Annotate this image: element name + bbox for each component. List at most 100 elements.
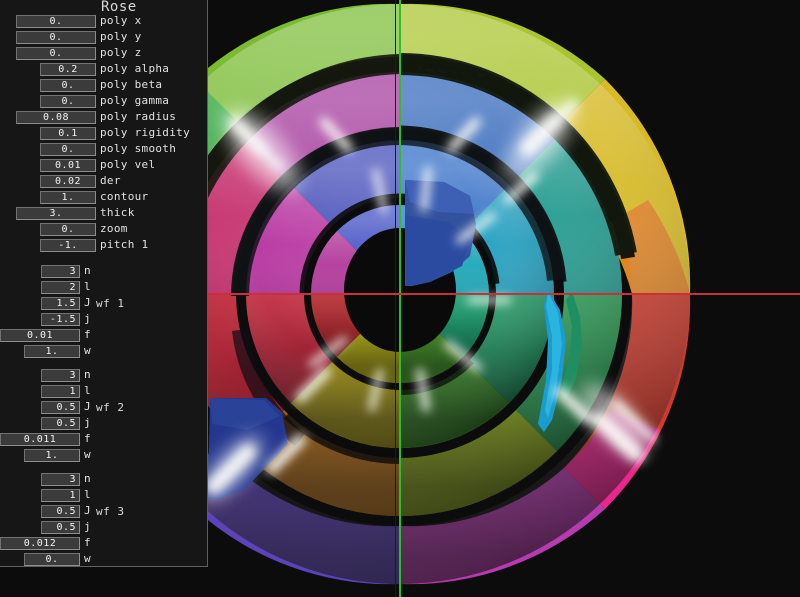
wf1-l-label: l [84, 280, 91, 293]
wf3-J-row: 0.5 J [41, 504, 91, 518]
param-zoom-input[interactable]: 0. [40, 222, 96, 236]
param-poly-x-input[interactable]: 0. [16, 14, 96, 28]
wf1-j-label: j [84, 312, 91, 325]
wf1-j-row: -1.5 j [41, 312, 91, 326]
param-pitch-1-label: pitch 1 [100, 238, 149, 251]
param-poly-alpha-row: 0.2 poly alpha [40, 62, 169, 76]
wf3-w-input[interactable]: 0. [24, 552, 80, 566]
param-poly-beta-row: 0. poly beta [40, 78, 162, 92]
param-poly-beta-label: poly beta [100, 78, 163, 91]
param-poly-smooth-input[interactable]: 0. [40, 142, 96, 156]
wf2-w-row: 1. w [24, 448, 91, 462]
wf1-n-input[interactable]: 3 [41, 264, 80, 278]
param-poly-radius-label: poly radius [100, 110, 177, 123]
param-thick-label: thick [100, 206, 135, 219]
wf3-f-row: 0.012 f [0, 536, 91, 550]
wf1-group-label: wf 1 [96, 297, 125, 310]
wf1-l-input[interactable]: 2 [41, 280, 80, 294]
wf3-n-row: 3n [41, 472, 91, 486]
param-poly-x-row: 0. poly x [16, 14, 142, 28]
wf3-f-label: f [84, 536, 91, 549]
param-poly-rigidity-input[interactable]: 0.1 [40, 126, 96, 140]
param-contour-row: 1. contour [40, 190, 148, 204]
control-panel: Rose 0. poly x 0. poly y 0. poly z 0.2 poly alp… [0, 0, 208, 567]
param-poly-y-input[interactable]: 0. [16, 30, 96, 44]
wf1-f-label: f [84, 328, 91, 341]
param-zoom-row: 0. zoom [40, 222, 128, 236]
wf2-n-label: n [84, 368, 91, 381]
param-pitch-1-row: -1. pitch 1 [40, 238, 148, 252]
wf1-n-label: n [84, 264, 91, 277]
param-poly-beta-input[interactable]: 0. [40, 78, 96, 92]
param-poly-y-label: poly y [100, 30, 142, 43]
param-poly-radius-input[interactable]: 0.08 [16, 110, 96, 124]
param-poly-vel-input[interactable]: 0.01 [40, 158, 96, 172]
wf2-J-label: J [84, 400, 91, 413]
wf3-n-label: n [84, 472, 91, 485]
wf2-j-input[interactable]: 0.5 [41, 416, 80, 430]
wf2-f-label: f [84, 432, 91, 445]
wf2-n-input[interactable]: 3 [41, 368, 80, 382]
param-poly-gamma-input[interactable]: 0. [40, 94, 96, 108]
wf3-f-input[interactable]: 0.012 [0, 536, 80, 550]
param-thick-row: 3. thick [16, 206, 135, 220]
wf2-w-label: w [84, 448, 91, 461]
wf1-J-label: J [84, 296, 91, 309]
wf1-w-input[interactable]: 1. [24, 344, 80, 358]
wf3-j-label: j [84, 520, 91, 533]
param-poly-vel-label: poly vel [100, 158, 156, 171]
param-poly-smooth-row: 0. poly smooth [40, 142, 176, 156]
param-pitch-1-input[interactable]: -1. [40, 238, 96, 252]
param-poly-gamma-label: poly gamma [100, 94, 170, 107]
wf1-J-input[interactable]: 1.5 [41, 296, 80, 310]
wf2-group-label: wf 2 [96, 401, 125, 414]
param-poly-x-label: poly x [100, 14, 142, 27]
param-poly-alpha-label: poly alpha [100, 62, 170, 75]
wf1-l-row: 2l [41, 280, 91, 294]
wf3-l-label: l [84, 488, 91, 501]
wf2-n-row: 3n [41, 368, 91, 382]
wf3-J-input[interactable]: 0.5 [41, 504, 80, 518]
param-poly-alpha-input[interactable]: 0.2 [40, 62, 96, 76]
param-contour-label: contour [100, 190, 149, 203]
wf3-j-row: 0.5 j [41, 520, 91, 534]
wf1-w-label: w [84, 344, 91, 357]
wf3-w-label: w [84, 552, 91, 565]
wf1-w-row: 1. w [24, 344, 91, 358]
param-poly-y-row: 0. poly y [16, 30, 142, 44]
wf2-j-row: 0.5 j [41, 416, 91, 430]
wf3-n-input[interactable]: 3 [41, 472, 80, 486]
wf2-J-input[interactable]: 0.5 [41, 400, 80, 414]
wf1-J-row: 1.5 J [41, 296, 91, 310]
wf2-l-row: 1l [41, 384, 91, 398]
wf1-n-row: 3n [41, 264, 91, 278]
axis-vertical-dim [395, 0, 396, 597]
param-poly-radius-row: 0.08 poly radius [16, 110, 176, 124]
param-poly-z-label: poly z [100, 46, 142, 59]
wf3-w-row: 0. w [24, 552, 91, 566]
param-contour-input[interactable]: 1. [40, 190, 96, 204]
wf1-f-row: 0.01 f [0, 328, 91, 342]
wf2-l-input[interactable]: 1 [41, 384, 80, 398]
wf3-l-row: 1l [41, 488, 91, 502]
wf3-j-input[interactable]: 0.5 [41, 520, 80, 534]
wf2-f-input[interactable]: 0.011 [0, 432, 80, 446]
wf2-l-label: l [84, 384, 91, 397]
wf2-w-input[interactable]: 1. [24, 448, 80, 462]
param-poly-smooth-label: poly smooth [100, 142, 177, 155]
param-zoom-label: zoom [100, 222, 128, 235]
page-title: Rose [101, 0, 137, 15]
wf1-j-input[interactable]: -1.5 [41, 312, 80, 326]
param-poly-z-input[interactable]: 0. [16, 46, 96, 60]
wf2-J-row: 0.5 J [41, 400, 91, 414]
param-poly-gamma-row: 0. poly gamma [40, 94, 169, 108]
application-window: Rose 0. poly x 0. poly y 0. poly z 0.2 poly alp… [0, 0, 800, 597]
wf3-l-input[interactable]: 1 [41, 488, 80, 502]
param-der-row: 0.02 der [40, 174, 121, 188]
axis-vertical-green [399, 0, 401, 597]
wf1-f-input[interactable]: 0.01 [0, 328, 80, 342]
param-thick-input[interactable]: 3. [16, 206, 96, 220]
param-poly-vel-row: 0.01 poly vel [40, 158, 155, 172]
param-der-input[interactable]: 0.02 [40, 174, 96, 188]
wf3-J-label: J [84, 504, 91, 517]
